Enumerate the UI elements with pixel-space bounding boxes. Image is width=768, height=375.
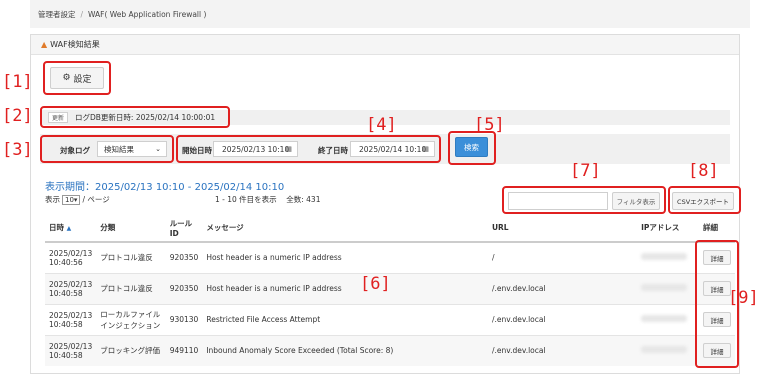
redacted-ip xyxy=(641,346,688,354)
breadcrumb-waf: WAF( Web Application Firewall ) xyxy=(88,9,207,19)
callout-box-5 xyxy=(448,131,496,165)
range-info: 1 - 10 件目を表示 全数: 431 xyxy=(215,194,320,205)
col-header-category: 分類 xyxy=(96,214,166,243)
callout-tag-3: [3] xyxy=(2,140,33,160)
cell-category: ブロッキング評価 xyxy=(96,334,166,366)
cell-category: プロトコル違反 xyxy=(96,272,166,304)
cell-url: / xyxy=(487,241,638,273)
per-page-select[interactable]: 10▾ xyxy=(62,194,81,205)
per-page-prefix: 表示 xyxy=(45,195,60,204)
cell-rule-id: 949110 xyxy=(165,334,203,366)
callout-box-7 xyxy=(502,186,666,214)
callout-tag-1: [1] xyxy=(2,72,33,92)
callout-tag-8: [8] xyxy=(688,161,719,181)
callout-box-2 xyxy=(40,106,230,128)
cell-message: Inbound Anomaly Score Exceeded (Total Sc… xyxy=(202,334,488,366)
table-row: 2025/02/13 10:40:56 プロトコル違反 920350 Host … xyxy=(45,241,735,273)
table-row: 2025/02/13 10:40:58 ローカルファイル インジェクション 93… xyxy=(45,303,735,335)
cell-date: 2025/02/13 10:40:58 xyxy=(45,303,97,335)
callout-box-8 xyxy=(668,186,741,214)
redacted-ip xyxy=(641,315,688,322)
callout-tag-4: [4] xyxy=(366,115,397,135)
cell-rule-id: 920350 xyxy=(165,241,203,273)
cell-rule-id: 920350 xyxy=(165,272,203,304)
cell-message: Restricted File Access Attempt xyxy=(202,303,488,335)
col-header-rule-id: ルール ID xyxy=(165,214,203,243)
cell-message: Host header is a numeric IP address xyxy=(202,241,488,273)
breadcrumb: 管理者設定 / WAF( Web Application Firewall ) xyxy=(30,0,750,28)
range-text: 1 - 10 件目を表示 xyxy=(215,195,277,204)
total-count: 全数: 431 xyxy=(286,195,321,204)
col-header-date[interactable]: 日時 ▲ xyxy=(45,214,97,243)
cell-url: /.env.dev.local xyxy=(487,272,638,304)
cell-ip xyxy=(637,272,699,304)
callout-tag-5: [5] xyxy=(474,115,505,135)
cell-url: /.env.dev.local xyxy=(487,334,638,366)
cell-rule-id: 930130 xyxy=(165,303,203,335)
panel-header: ▲ WAF検知結果 xyxy=(31,35,739,55)
cell-ip xyxy=(637,334,699,366)
breadcrumb-admin-settings[interactable]: 管理者設定 xyxy=(38,9,76,20)
callout-tag-7: [7] xyxy=(570,161,601,181)
callout-tag-6: [6] xyxy=(360,274,391,294)
callout-tag-9: [9] xyxy=(728,288,759,308)
panel-title: WAF検知結果 xyxy=(50,40,100,49)
col-header-url: URL xyxy=(487,214,638,243)
table-row: 2025/02/13 10:40:58 ブロッキング評価 949110 Inbo… xyxy=(45,334,735,366)
cell-date: 2025/02/13 10:40:58 xyxy=(45,334,97,366)
callout-tag-2: [2] xyxy=(2,106,33,126)
redacted-ip xyxy=(641,253,688,261)
callout-box-4 xyxy=(176,135,441,163)
per-page-suffix: / ページ xyxy=(82,195,110,204)
callout-box-3 xyxy=(40,135,174,163)
cell-date: 2025/02/13 10:40:56 xyxy=(45,241,97,273)
cell-ip xyxy=(637,303,699,335)
col-header-detail: 詳細 xyxy=(698,214,735,243)
display-period: 表示期間：2025/02/13 10:10 - 2025/02/14 10:10 xyxy=(45,182,285,193)
cell-category: プロトコル違反 xyxy=(96,241,166,273)
col-header-message: メッセージ xyxy=(202,214,488,243)
cell-url: /.env.dev.local xyxy=(487,303,638,335)
cell-ip xyxy=(637,241,699,273)
callout-box-1 xyxy=(43,61,111,95)
table-header-row: 日時 ▲ 分類 ルール ID メッセージ URL IPアドレス 詳細 xyxy=(45,214,735,243)
sort-asc-icon[interactable]: ▲ xyxy=(67,225,72,232)
breadcrumb-separator: / xyxy=(80,9,84,19)
cell-message: Host header is a numeric IP address xyxy=(202,272,488,304)
cell-date: 2025/02/13 10:40:58 xyxy=(45,272,97,304)
cell-category: ローカルファイル インジェクション xyxy=(96,303,166,335)
fire-icon: ▲ xyxy=(41,40,48,49)
per-page-control: 表示 10▾ / ページ xyxy=(45,194,110,205)
col-header-ip: IPアドレス xyxy=(637,214,699,243)
redacted-ip xyxy=(641,284,688,291)
